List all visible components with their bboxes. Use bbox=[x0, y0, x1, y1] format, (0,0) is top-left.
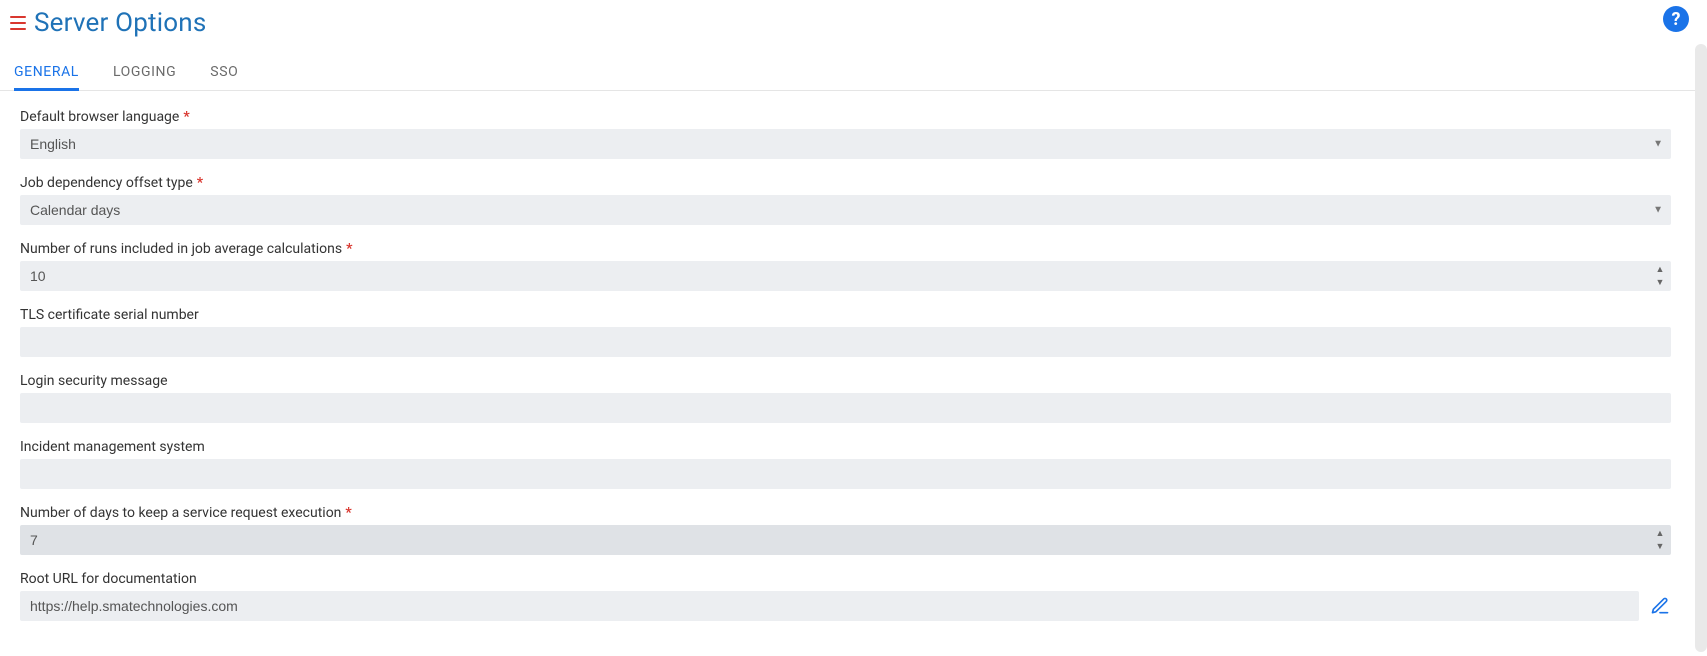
default-language-select[interactable] bbox=[20, 129, 1671, 159]
label-default-language: Default browser language bbox=[20, 109, 179, 125]
label-login-msg: Login security message bbox=[20, 373, 168, 389]
page-title: Server Options bbox=[34, 8, 206, 38]
stepper-up-icon[interactable]: ▲ bbox=[1651, 527, 1669, 540]
label-tls-serial: TLS certificate serial number bbox=[20, 307, 199, 323]
tls-serial-input[interactable] bbox=[20, 327, 1671, 357]
tab-sso[interactable]: SSO bbox=[210, 58, 238, 90]
root-doc-url-input[interactable] bbox=[20, 591, 1639, 621]
stepper-down-icon[interactable]: ▼ bbox=[1651, 540, 1669, 553]
required-indicator: * bbox=[197, 175, 203, 191]
stepper-down-icon[interactable]: ▼ bbox=[1651, 276, 1669, 289]
label-days-service-exec: Number of days to keep a service request… bbox=[20, 505, 341, 521]
tab-general[interactable]: GENERAL bbox=[14, 58, 79, 90]
job-dep-offset-select[interactable] bbox=[20, 195, 1671, 225]
label-job-dep-offset: Job dependency offset type bbox=[20, 175, 193, 191]
label-root-doc-url: Root URL for documentation bbox=[20, 571, 197, 587]
num-runs-input[interactable] bbox=[20, 261, 1671, 291]
label-num-runs: Number of runs included in job average c… bbox=[20, 241, 342, 257]
incident-mgmt-input[interactable] bbox=[20, 459, 1671, 489]
tab-logging[interactable]: LOGGING bbox=[113, 58, 176, 90]
days-service-exec-input[interactable] bbox=[20, 525, 1671, 555]
tab-bar: GENERAL LOGGING SSO bbox=[0, 48, 1707, 91]
required-indicator: * bbox=[345, 505, 351, 521]
required-indicator: * bbox=[183, 109, 189, 125]
help-icon[interactable]: ? bbox=[1663, 6, 1689, 32]
login-msg-input[interactable] bbox=[20, 393, 1671, 423]
menu-icon[interactable] bbox=[10, 16, 26, 30]
edit-icon[interactable] bbox=[1649, 595, 1671, 617]
stepper-up-icon[interactable]: ▲ bbox=[1651, 263, 1669, 276]
label-incident-mgmt: Incident management system bbox=[20, 439, 205, 455]
scrollbar-vertical[interactable] bbox=[1695, 44, 1707, 652]
required-indicator: * bbox=[346, 241, 352, 257]
